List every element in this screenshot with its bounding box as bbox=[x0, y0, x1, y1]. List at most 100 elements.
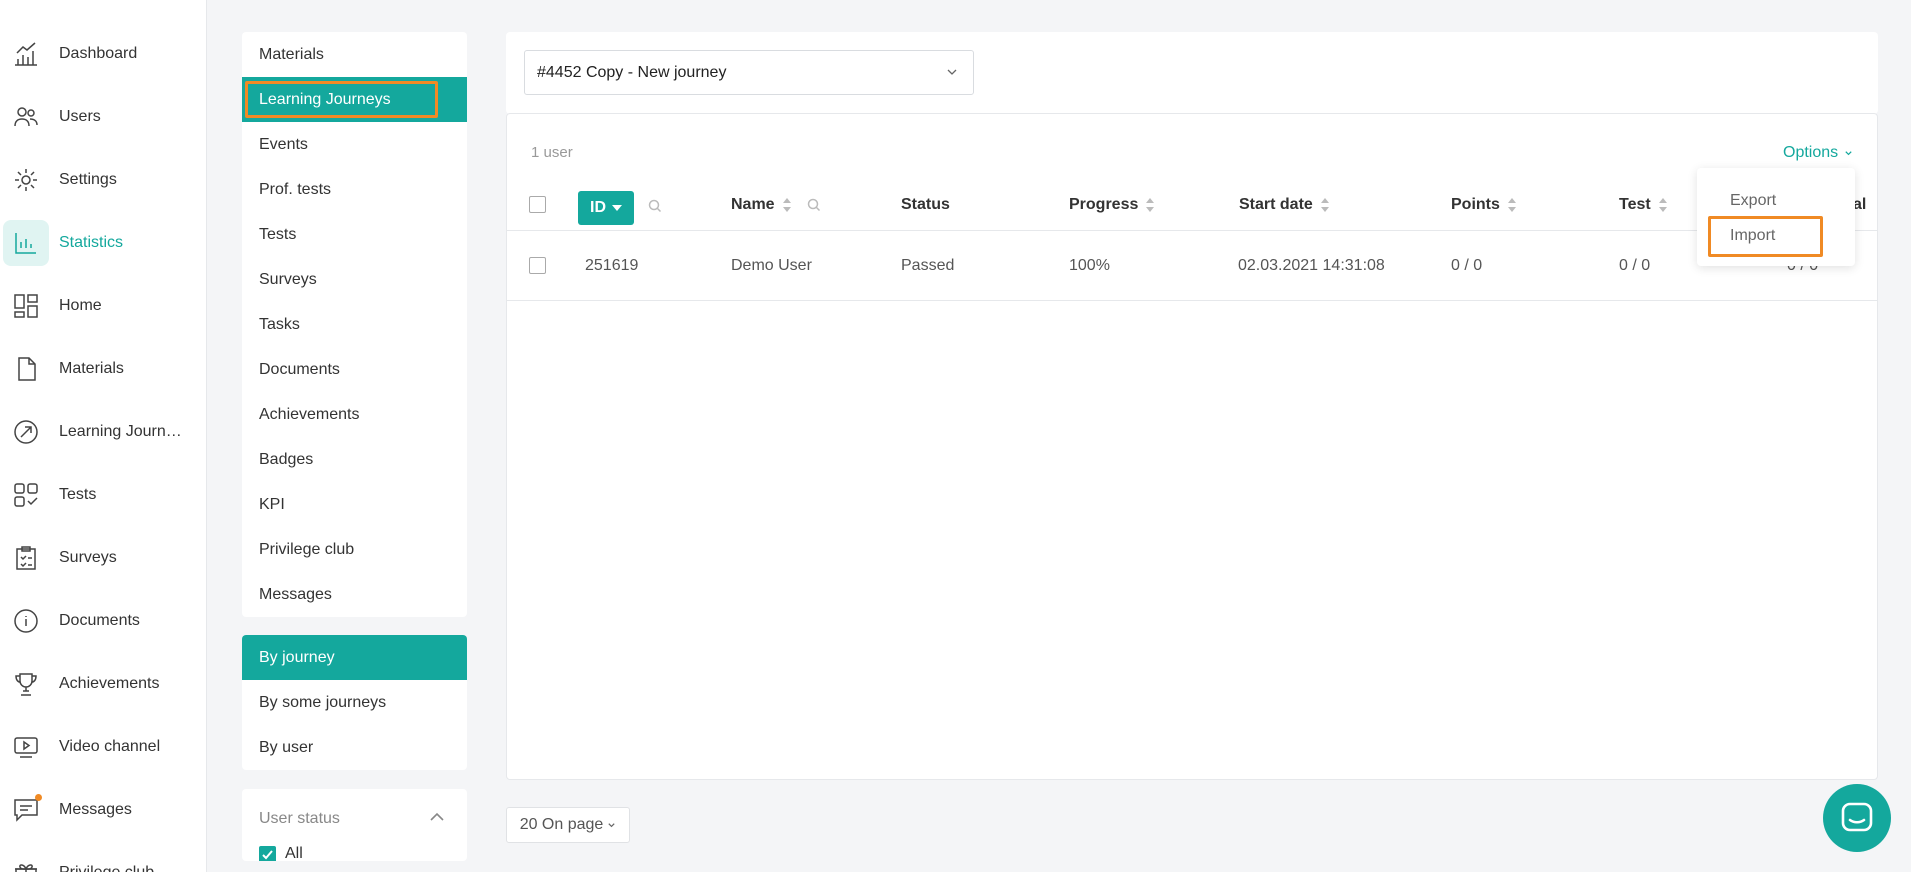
submenu-tests[interactable]: Tests bbox=[242, 212, 467, 257]
submenu-tasks[interactable]: Tasks bbox=[242, 302, 467, 347]
options-button[interactable]: Options bbox=[1783, 144, 1853, 162]
column-test[interactable]: Test bbox=[1619, 179, 1667, 231]
column-start-date-label: Start date bbox=[1239, 196, 1313, 213]
column-name[interactable]: Name bbox=[731, 179, 821, 231]
column-status-label: Status bbox=[901, 196, 950, 213]
video-icon bbox=[12, 733, 40, 761]
gift-icon bbox=[12, 859, 40, 872]
submenu-events[interactable]: Events bbox=[242, 122, 467, 167]
sort-icon bbox=[1507, 198, 1516, 212]
submenu-materials[interactable]: Materials bbox=[242, 32, 467, 77]
chevron-up-icon[interactable] bbox=[429, 811, 445, 823]
column-test-label: Test bbox=[1619, 196, 1651, 213]
column-name-label: Name bbox=[731, 196, 775, 213]
page-size-select[interactable]: 20 On page bbox=[506, 807, 630, 843]
column-start-date[interactable]: Start date bbox=[1239, 179, 1329, 231]
sort-icon bbox=[1320, 198, 1329, 212]
journey-select[interactable]: #4452 Copy - New journey bbox=[524, 50, 974, 95]
column-points-label: Points bbox=[1451, 196, 1500, 213]
submenu-learning-journeys[interactable]: Learning Journeys bbox=[242, 77, 467, 122]
column-total-label: al bbox=[1853, 196, 1867, 213]
submenu-messages[interactable]: Messages bbox=[242, 572, 467, 617]
nav-item-messages[interactable]: Messages bbox=[0, 782, 207, 838]
column-progress[interactable]: Progress bbox=[1069, 179, 1155, 231]
select-all-checkbox[interactable] bbox=[529, 196, 546, 213]
journey-select-panel: #4452 Copy - New journey bbox=[506, 32, 1878, 114]
submenu-achievements[interactable]: Achievements bbox=[242, 392, 467, 437]
chevron-down-icon bbox=[608, 822, 615, 827]
trophy-icon bbox=[12, 670, 40, 698]
submenu-privilege-club[interactable]: Privilege club bbox=[242, 527, 467, 572]
chevron-down-icon bbox=[947, 69, 957, 75]
chat-launcher-button[interactable] bbox=[1823, 784, 1891, 852]
submenu-badges[interactable]: Badges bbox=[242, 437, 467, 482]
mode-by-some-journeys[interactable]: By some journeys bbox=[242, 680, 467, 725]
nav-item-achievements[interactable]: Achievements bbox=[0, 656, 207, 712]
user-status-filter: User status All bbox=[242, 789, 467, 861]
document-icon bbox=[12, 355, 40, 383]
cell-test: 0 / 0 bbox=[1619, 257, 1651, 274]
column-total-partial: al bbox=[1853, 179, 1866, 231]
id-sort-button[interactable]: ID bbox=[578, 191, 634, 225]
nav-item-documents[interactable]: Documents bbox=[0, 593, 207, 649]
nav-item-materials[interactable]: Materials bbox=[0, 341, 207, 397]
cell-id: 251619 bbox=[585, 257, 639, 274]
journey-select-value: #4452 Copy - New journey bbox=[537, 63, 727, 81]
nav-item-privilege-club[interactable]: Privilege club bbox=[0, 845, 207, 872]
layout-icon bbox=[12, 292, 40, 320]
bar-chart-icon bbox=[3, 220, 49, 266]
column-id-label: ID bbox=[590, 199, 606, 216]
nav-item-surveys[interactable]: Surveys bbox=[0, 530, 207, 586]
message-icon bbox=[12, 794, 42, 824]
submenu-surveys[interactable]: Surveys bbox=[242, 257, 467, 302]
users-table-panel: 1 user Options ID Name Status Progress S… bbox=[506, 113, 1878, 780]
nav-item-users[interactable]: Users bbox=[0, 89, 207, 145]
search-icon[interactable] bbox=[648, 199, 662, 213]
nav-item-video-channel[interactable]: Video channel bbox=[0, 719, 207, 775]
submenu-documents[interactable]: Documents bbox=[242, 347, 467, 392]
cell-name: Demo User bbox=[731, 257, 812, 274]
table-header: ID Name Status Progress Start date Point… bbox=[507, 179, 1877, 231]
import-option[interactable]: Import bbox=[1730, 227, 1775, 245]
page-size-label: 20 On page bbox=[519, 816, 604, 833]
nav-item-dashboard[interactable]: Dashboard bbox=[0, 26, 207, 82]
sort-icon bbox=[1146, 198, 1155, 212]
all-label: All bbox=[285, 845, 303, 861]
nav-item-tests[interactable]: Tests bbox=[0, 467, 207, 523]
options-dropdown: Export Import bbox=[1697, 168, 1855, 266]
sort-icon bbox=[782, 198, 791, 212]
submenu-prof-tests[interactable]: Prof. tests bbox=[242, 167, 467, 212]
column-status: Status bbox=[901, 179, 950, 231]
chart-up-icon bbox=[12, 40, 40, 68]
nav-item-learning-journeys[interactable]: Learning Journ… bbox=[0, 404, 207, 460]
clipboard-icon bbox=[12, 544, 40, 572]
row-checkbox[interactable] bbox=[529, 257, 546, 274]
options-label: Options bbox=[1783, 144, 1839, 161]
mode-by-journey[interactable]: By journey bbox=[242, 635, 467, 680]
filter-title: User status bbox=[259, 810, 340, 827]
mode-menu: By journey By some journeys By user bbox=[242, 635, 467, 770]
submenu-kpi[interactable]: KPI bbox=[242, 482, 467, 527]
search-icon[interactable] bbox=[807, 198, 821, 212]
all-checkbox[interactable] bbox=[259, 846, 276, 861]
mode-by-user[interactable]: By user bbox=[242, 725, 467, 770]
statistics-submenu: Materials Learning Journeys Events Prof.… bbox=[242, 32, 467, 617]
nav-item-statistics[interactable]: Statistics bbox=[0, 215, 207, 271]
chat-icon bbox=[1841, 802, 1873, 832]
tests-icon bbox=[12, 481, 40, 509]
users-icon bbox=[12, 103, 40, 131]
notification-dot bbox=[35, 794, 42, 801]
nav-item-home[interactable]: Home bbox=[0, 278, 207, 334]
column-points[interactable]: Points bbox=[1451, 179, 1516, 231]
nav-item-settings[interactable]: Settings bbox=[0, 152, 207, 208]
cell-points: 0 / 0 bbox=[1451, 257, 1483, 274]
journey-icon bbox=[12, 418, 40, 446]
table-row[interactable]: 251619 Demo User Passed 100% 02.03.2021 … bbox=[507, 231, 1877, 301]
cell-status: Passed bbox=[901, 257, 955, 274]
chevron-down-icon bbox=[1845, 150, 1852, 155]
main-nav: Dashboard Users Settings Statistics Home… bbox=[0, 0, 207, 872]
export-option[interactable]: Export bbox=[1730, 192, 1776, 210]
gear-icon bbox=[12, 166, 40, 194]
sort-icon bbox=[1658, 198, 1667, 212]
cell-progress: 100% bbox=[1069, 257, 1110, 274]
